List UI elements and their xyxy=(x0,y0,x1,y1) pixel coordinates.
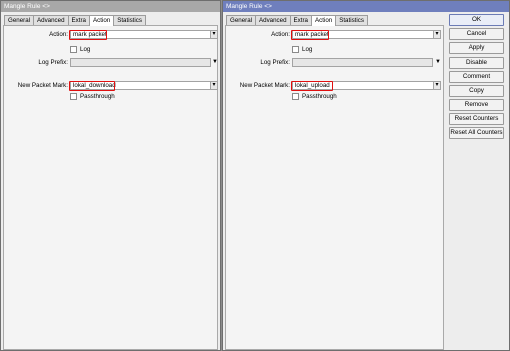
expand-arrow-icon[interactable]: ▼ xyxy=(435,58,441,67)
new-packet-mark-select[interactable]: lokal_upload xyxy=(292,81,434,90)
dropdown-arrow-icon[interactable]: ▾ xyxy=(433,30,441,39)
copy-button[interactable]: Copy xyxy=(449,85,504,97)
log-label: Log xyxy=(80,46,91,53)
dropdown-arrow-icon[interactable]: ▾ xyxy=(433,81,441,90)
action-select[interactable]: mark packet xyxy=(292,30,434,39)
reset-counters-button[interactable]: Reset Counters xyxy=(449,113,504,125)
action-panel: Action: mark packet ▾ Log Log Prefix: ▼ … xyxy=(3,25,218,350)
log-checkbox[interactable] xyxy=(292,46,299,53)
new-packet-mark-label: New Packet Mark: xyxy=(239,82,290,89)
comment-button[interactable]: Comment xyxy=(449,71,504,83)
tab-extra[interactable]: Extra xyxy=(289,15,312,25)
window-title: Mangle Rule <> xyxy=(223,1,509,12)
disable-button[interactable]: Disable xyxy=(449,57,504,69)
tab-general[interactable]: General xyxy=(226,15,257,25)
action-panel: Action: mark packet ▾ Log Log Prefix: ▼ … xyxy=(225,25,444,350)
new-packet-mark-row: New Packet Mark: lokal_download ▾ xyxy=(4,80,218,91)
passthrough-label: Passthrough xyxy=(80,93,115,100)
tab-advanced[interactable]: Advanced xyxy=(33,15,69,25)
action-label: Action: xyxy=(49,31,68,38)
passthrough-checkbox[interactable] xyxy=(70,93,77,100)
action-row: Action: mark packet ▾ xyxy=(226,29,443,40)
tab-statistics[interactable]: Statistics xyxy=(335,15,368,25)
new-packet-mark-label: New Packet Mark: xyxy=(17,82,68,89)
remove-button[interactable]: Remove xyxy=(449,99,504,111)
passthrough-label: Passthrough xyxy=(302,93,337,100)
passthrough-checkbox-row[interactable]: Passthrough xyxy=(70,92,115,101)
log-checkbox-row[interactable]: Log xyxy=(292,45,312,54)
apply-button[interactable]: Apply xyxy=(449,42,504,54)
log-checkbox[interactable] xyxy=(70,46,77,53)
tab-advanced[interactable]: Advanced xyxy=(255,15,291,25)
log-prefix-label: Log Prefix: xyxy=(260,59,290,66)
log-label: Log xyxy=(302,46,313,53)
tab-statistics[interactable]: Statistics xyxy=(113,15,146,25)
tab-extra[interactable]: Extra xyxy=(67,15,90,25)
reset-all-counters-button[interactable]: Reset All Counters xyxy=(449,127,504,139)
mangle-rule-window-left: Mangle Rule <> General Advanced Extra Ac… xyxy=(0,0,221,351)
tab-action[interactable]: Action xyxy=(311,15,337,26)
cancel-button[interactable]: Cancel xyxy=(449,28,504,40)
new-packet-mark-select[interactable]: lokal_download xyxy=(70,81,212,90)
tab-bar: General Advanced Extra Action Statistics xyxy=(4,15,146,26)
log-prefix-row: Log Prefix: ▼ xyxy=(4,58,218,67)
log-prefix-row: Log Prefix: ▼ xyxy=(226,58,443,67)
tab-bar: General Advanced Extra Action Statistics xyxy=(226,15,368,26)
log-prefix-label: Log Prefix: xyxy=(38,59,68,66)
passthrough-checkbox[interactable] xyxy=(292,93,299,100)
new-packet-mark-row: New Packet Mark: lokal_upload ▾ xyxy=(226,80,443,91)
tab-action[interactable]: Action xyxy=(89,15,115,26)
action-label: Action: xyxy=(271,31,290,38)
dropdown-arrow-icon[interactable]: ▾ xyxy=(210,30,218,39)
action-button-column: OK Cancel Apply Disable Comment Copy Rem… xyxy=(449,14,504,141)
action-row: Action: mark packet ▾ xyxy=(4,29,218,40)
action-select[interactable]: mark packet xyxy=(70,30,212,39)
expand-arrow-icon[interactable]: ▼ xyxy=(212,58,218,67)
log-checkbox-row[interactable]: Log xyxy=(70,45,90,54)
log-prefix-input[interactable] xyxy=(70,58,211,67)
ok-button[interactable]: OK xyxy=(449,14,504,26)
window-title: Mangle Rule <> xyxy=(1,1,220,12)
mangle-rule-window-right: Mangle Rule <> General Advanced Extra Ac… xyxy=(222,0,510,351)
passthrough-checkbox-row[interactable]: Passthrough xyxy=(292,92,337,101)
tab-general[interactable]: General xyxy=(4,15,35,25)
dropdown-arrow-icon[interactable]: ▾ xyxy=(210,81,218,90)
log-prefix-input[interactable] xyxy=(292,58,433,67)
